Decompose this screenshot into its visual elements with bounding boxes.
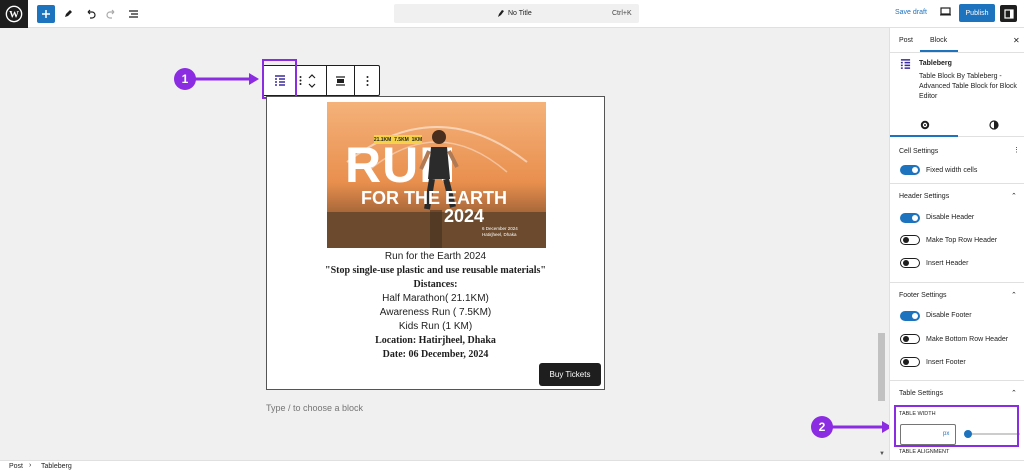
breadcrumb-block[interactable]: Tableberg bbox=[41, 463, 72, 470]
top-toolbar: W No Title Ctrl+K Save draft Publish bbox=[0, 0, 1024, 28]
more-vertical-icon[interactable]: ⋮ bbox=[1013, 146, 1020, 154]
bottom-row-header-label: Make Bottom Row Header bbox=[926, 336, 1009, 343]
move-block-button[interactable] bbox=[297, 66, 327, 95]
settings-toggle-button[interactable] bbox=[1000, 5, 1017, 22]
wordpress-logo[interactable]: W bbox=[0, 0, 28, 28]
active-tab-indicator bbox=[920, 50, 958, 52]
header-settings-title[interactable]: Header Settings bbox=[899, 193, 949, 200]
align-button[interactable] bbox=[327, 66, 355, 95]
list-view-button[interactable] bbox=[124, 5, 142, 23]
move-up-down-icon bbox=[308, 73, 315, 88]
divider bbox=[890, 380, 1024, 381]
active-subtab-indicator bbox=[890, 135, 958, 137]
settings-sidebar: Post Block ✕ Tableberg Table Block By Ta… bbox=[889, 28, 1024, 460]
fixed-width-toggle[interactable] bbox=[900, 165, 920, 175]
align-center-icon bbox=[336, 75, 345, 86]
block-description: Table Block By Tableberg - Advanced Tabl… bbox=[919, 73, 1017, 100]
add-block-button[interactable] bbox=[37, 5, 55, 23]
svg-text:W: W bbox=[9, 10, 19, 21]
table-cell-half-marathon[interactable]: Half Marathon( 21.1KM) bbox=[267, 292, 604, 306]
sidebar-tabs: Post Block ✕ bbox=[890, 28, 1024, 53]
publish-button[interactable]: Publish bbox=[959, 4, 995, 22]
divider bbox=[890, 183, 1024, 184]
disable-header-toggle[interactable] bbox=[900, 213, 920, 223]
redo-button[interactable] bbox=[102, 5, 120, 23]
table-cell-kids-run[interactable]: Kids Run (1 KM) bbox=[267, 320, 604, 334]
table-cell-date[interactable]: Date: 06 December, 2024 bbox=[267, 348, 604, 362]
highlight-box-2 bbox=[894, 405, 1019, 447]
insert-footer-toggle[interactable] bbox=[900, 357, 920, 367]
tab-post[interactable]: Post bbox=[899, 37, 913, 44]
highlight-box-1 bbox=[262, 59, 297, 99]
chevron-up-icon[interactable]: ⌃ bbox=[1011, 291, 1017, 299]
disable-header-label: Disable Header bbox=[926, 214, 975, 221]
tab-block[interactable]: Block bbox=[930, 37, 947, 44]
plus-icon bbox=[42, 10, 50, 18]
buy-tickets-button[interactable]: Buy Tickets bbox=[539, 363, 601, 386]
breadcrumb: Post › Tableberg bbox=[0, 460, 1024, 472]
top-row-header-label: Make Top Row Header bbox=[926, 237, 998, 244]
annotation-arrow-1 bbox=[195, 73, 259, 85]
table-cell-location[interactable]: Location: Hatirjheel, Dhaka bbox=[267, 334, 604, 348]
tableberg-icon bbox=[900, 59, 911, 69]
annotation-arrow-2 bbox=[832, 421, 892, 433]
document-icon bbox=[498, 10, 504, 17]
document-title: No Title bbox=[508, 10, 532, 17]
block-name: Tableberg bbox=[919, 60, 952, 67]
gear-icon[interactable] bbox=[920, 120, 930, 130]
redo-icon bbox=[105, 9, 114, 19]
chevron-up-icon[interactable]: ⌃ bbox=[1011, 389, 1017, 397]
bottom-row-header-toggle[interactable] bbox=[900, 334, 920, 344]
more-vertical-icon bbox=[366, 75, 368, 86]
scrollbar-thumb[interactable] bbox=[878, 333, 885, 401]
undo-button[interactable] bbox=[81, 5, 99, 23]
command-palette-bar[interactable]: No Title Ctrl+K bbox=[394, 4, 639, 23]
disable-footer-label: Disable Footer bbox=[926, 312, 972, 319]
drag-handle-icon bbox=[299, 76, 302, 85]
fixed-width-label: Fixed width cells bbox=[926, 167, 978, 174]
poster-year: 2024 bbox=[444, 206, 485, 226]
breadcrumb-separator: › bbox=[29, 462, 32, 469]
insert-footer-label: Insert Footer bbox=[926, 359, 966, 366]
top-row-header-toggle[interactable] bbox=[900, 235, 920, 245]
insert-header-label: Insert Header bbox=[926, 260, 969, 267]
insert-header-toggle[interactable] bbox=[900, 258, 920, 268]
undo-icon bbox=[87, 9, 96, 19]
tableberg-table[interactable]: 21.1KM 7.5KM 1KM RUN FOR THE EARTH 2024 … bbox=[266, 96, 605, 390]
table-cell-distances-label[interactable]: Distances: bbox=[267, 278, 604, 292]
close-icon[interactable]: ✕ bbox=[1013, 36, 1020, 45]
poster-location: Hatirjheel, Dhaka bbox=[482, 232, 517, 237]
poster-date: 6 December 2024 bbox=[482, 226, 518, 231]
event-poster-image: 21.1KM 7.5KM 1KM RUN FOR THE EARTH 2024 … bbox=[327, 102, 546, 248]
annotation-badge-2: 2 bbox=[811, 416, 833, 438]
footer-settings-title[interactable]: Footer Settings bbox=[899, 292, 946, 299]
table-settings-title[interactable]: Table Settings bbox=[899, 390, 943, 397]
poster-subtitle: FOR THE EARTH bbox=[361, 188, 507, 208]
breadcrumb-post[interactable]: Post bbox=[9, 463, 23, 470]
save-draft-button[interactable]: Save draft bbox=[895, 9, 927, 16]
styles-icon[interactable] bbox=[989, 120, 999, 130]
list-view-icon bbox=[128, 10, 138, 18]
block-placeholder[interactable]: Type / to choose a block bbox=[266, 403, 363, 413]
pen-icon bbox=[65, 10, 72, 17]
desktop-view-icon[interactable] bbox=[940, 7, 951, 16]
chevron-up-icon[interactable]: ⌃ bbox=[1011, 192, 1017, 200]
tools-button[interactable] bbox=[59, 5, 77, 23]
block-inspector-tabs bbox=[890, 113, 1024, 137]
divider bbox=[890, 282, 1024, 283]
table-cell-slogan[interactable]: "Stop single-use plastic and use reusabl… bbox=[267, 264, 604, 278]
table-cell-awareness-run[interactable]: Awareness Run ( 7.5KM) bbox=[267, 306, 604, 320]
table-alignment-label: TABLE ALIGNMENT bbox=[899, 449, 950, 455]
more-options-button[interactable] bbox=[355, 66, 379, 95]
scroll-down-icon[interactable]: ▼ bbox=[879, 451, 885, 457]
settings-icon bbox=[1003, 8, 1014, 19]
disable-footer-toggle[interactable] bbox=[900, 311, 920, 321]
cell-settings-title[interactable]: Cell Settings bbox=[899, 148, 938, 155]
shortcut-hint: Ctrl+K bbox=[612, 10, 632, 17]
annotation-badge-1: 1 bbox=[174, 68, 196, 90]
table-cell-title[interactable]: Run for the Earth 2024 bbox=[267, 250, 604, 264]
